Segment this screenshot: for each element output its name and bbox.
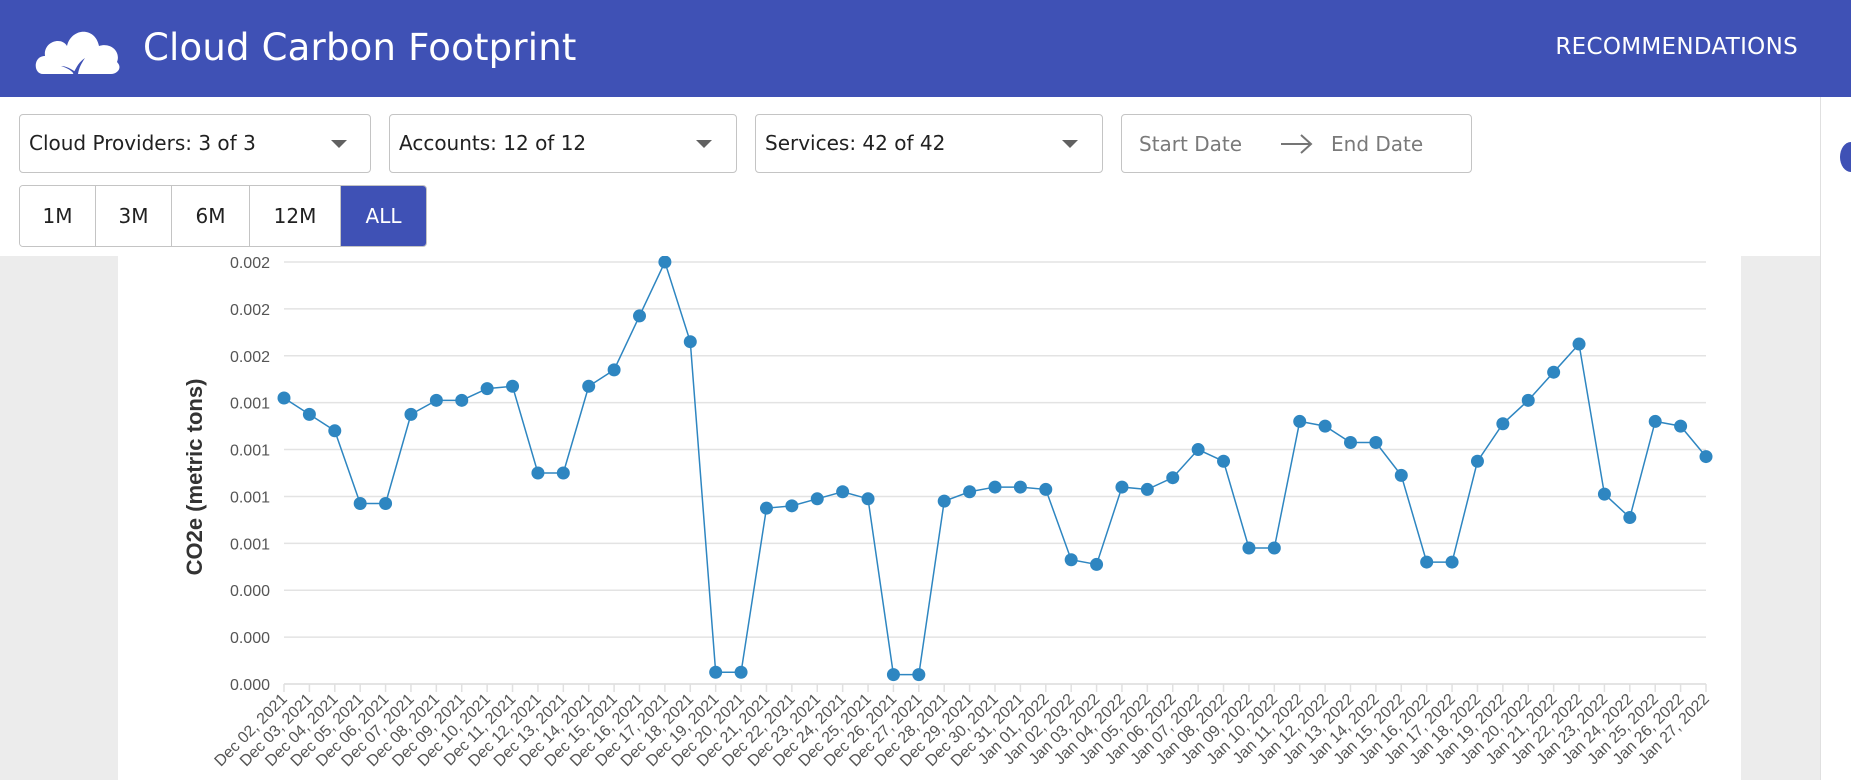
data-point (506, 379, 520, 393)
recommendations-link[interactable]: RECOMMENDATIONS (1555, 34, 1798, 60)
range-12m-button[interactable]: 12M (250, 186, 341, 246)
y-tick-label: 0.000 (230, 677, 270, 694)
y-tick-label: 0.002 (230, 256, 270, 272)
series-line (283, 259, 1707, 676)
data-point (1039, 482, 1053, 496)
data-point (455, 393, 469, 407)
date-range-picker[interactable]: Start Date End Date (1121, 114, 1472, 173)
y-tick-label: 0.001 (230, 489, 270, 506)
data-point (404, 407, 418, 421)
data-point (302, 407, 316, 421)
data-point (1318, 419, 1332, 433)
data-point (937, 494, 951, 508)
emissions-line-chart: 0.000 0.000 0.000 0.001 0.001 0.001 0.001 0.002… (182, 256, 1713, 770)
y-tick-label: 0.000 (230, 583, 270, 600)
data-point (1267, 541, 1281, 555)
cloud-leaf-icon[interactable] (33, 22, 120, 76)
data-point (1115, 480, 1129, 494)
y-tick-label: 0.001 (230, 396, 270, 413)
data-point (734, 665, 748, 679)
data-point (1597, 487, 1611, 501)
data-point (1166, 471, 1180, 485)
services-dropdown[interactable]: Services: 42 of 42 (755, 114, 1103, 173)
data-point (1064, 553, 1078, 567)
arrow-right-icon (1281, 134, 1313, 154)
data-point (328, 424, 342, 438)
data-point (1572, 337, 1586, 351)
data-point (709, 665, 723, 679)
data-point (1445, 555, 1459, 569)
data-point (1293, 414, 1307, 428)
data-point (1090, 557, 1104, 571)
app-bar: Cloud Carbon Footprint RECOMMENDATIONS (0, 0, 1851, 97)
accounts-dropdown[interactable]: Accounts: 12 of 12 (389, 114, 737, 173)
data-point (277, 391, 291, 405)
data-point (1369, 436, 1383, 450)
range-all-button[interactable]: ALL (341, 186, 426, 246)
y-axis-label: CO2e (metric tons) (182, 379, 207, 576)
start-date-input[interactable]: Start Date (1139, 132, 1242, 156)
data-point (429, 393, 443, 407)
cloud-providers-label: Cloud Providers: 3 of 3 (29, 131, 256, 155)
data-point (683, 335, 697, 349)
accounts-label: Accounts: 12 of 12 (399, 131, 587, 155)
data-point (607, 363, 621, 377)
y-tick-label: 0.002 (230, 349, 270, 366)
data-point (633, 309, 646, 323)
y-tick-label: 0.000 (230, 630, 270, 647)
end-date-input[interactable]: End Date (1331, 132, 1423, 156)
data-point (1191, 443, 1205, 457)
data-point (988, 480, 1002, 494)
data-point (1496, 417, 1510, 431)
data-point (480, 382, 494, 396)
data-point (353, 496, 367, 510)
data-point (1674, 419, 1688, 433)
range-3m-button[interactable]: 3M (96, 186, 172, 246)
side-panel-strip (1820, 97, 1851, 780)
data-point (1242, 541, 1256, 555)
data-point (1217, 454, 1231, 468)
y-tick-label: 0.001 (230, 536, 270, 553)
data-point (785, 499, 799, 513)
data-point (810, 492, 824, 506)
services-label: Services: 42 of 42 (765, 131, 946, 155)
y-tick-label: 0.002 (230, 302, 270, 319)
data-point (836, 485, 850, 499)
data-point (556, 466, 570, 480)
data-point (1699, 450, 1713, 464)
data-point (886, 668, 900, 682)
data-point (1344, 436, 1357, 450)
data-point (1648, 414, 1662, 428)
data-point (582, 379, 596, 393)
chevron-down-icon (1062, 140, 1078, 148)
data-point (1547, 365, 1561, 379)
y-tick-label: 0.001 (230, 443, 270, 460)
data-point (1420, 555, 1434, 569)
app-title: Cloud Carbon Footprint (143, 26, 577, 69)
data-point (379, 496, 393, 510)
range-1m-button[interactable]: 1M (20, 186, 96, 246)
data-point (1013, 480, 1027, 494)
data-point (1623, 511, 1637, 525)
data-point (1140, 482, 1154, 496)
data-point (658, 256, 672, 269)
range-6m-button[interactable]: 6M (172, 186, 250, 246)
data-point (1470, 454, 1484, 468)
data-point (1394, 468, 1408, 482)
chevron-down-icon (331, 140, 347, 148)
data-point (1521, 393, 1535, 407)
data-point (861, 492, 875, 506)
date-range-toggle-group: 1M 3M 6M 12M ALL (19, 185, 427, 247)
data-point (912, 668, 926, 682)
cloud-providers-dropdown[interactable]: Cloud Providers: 3 of 3 (19, 114, 371, 173)
data-point (759, 501, 773, 515)
data-point (963, 485, 977, 499)
chevron-down-icon (696, 140, 712, 148)
data-point (531, 466, 545, 480)
